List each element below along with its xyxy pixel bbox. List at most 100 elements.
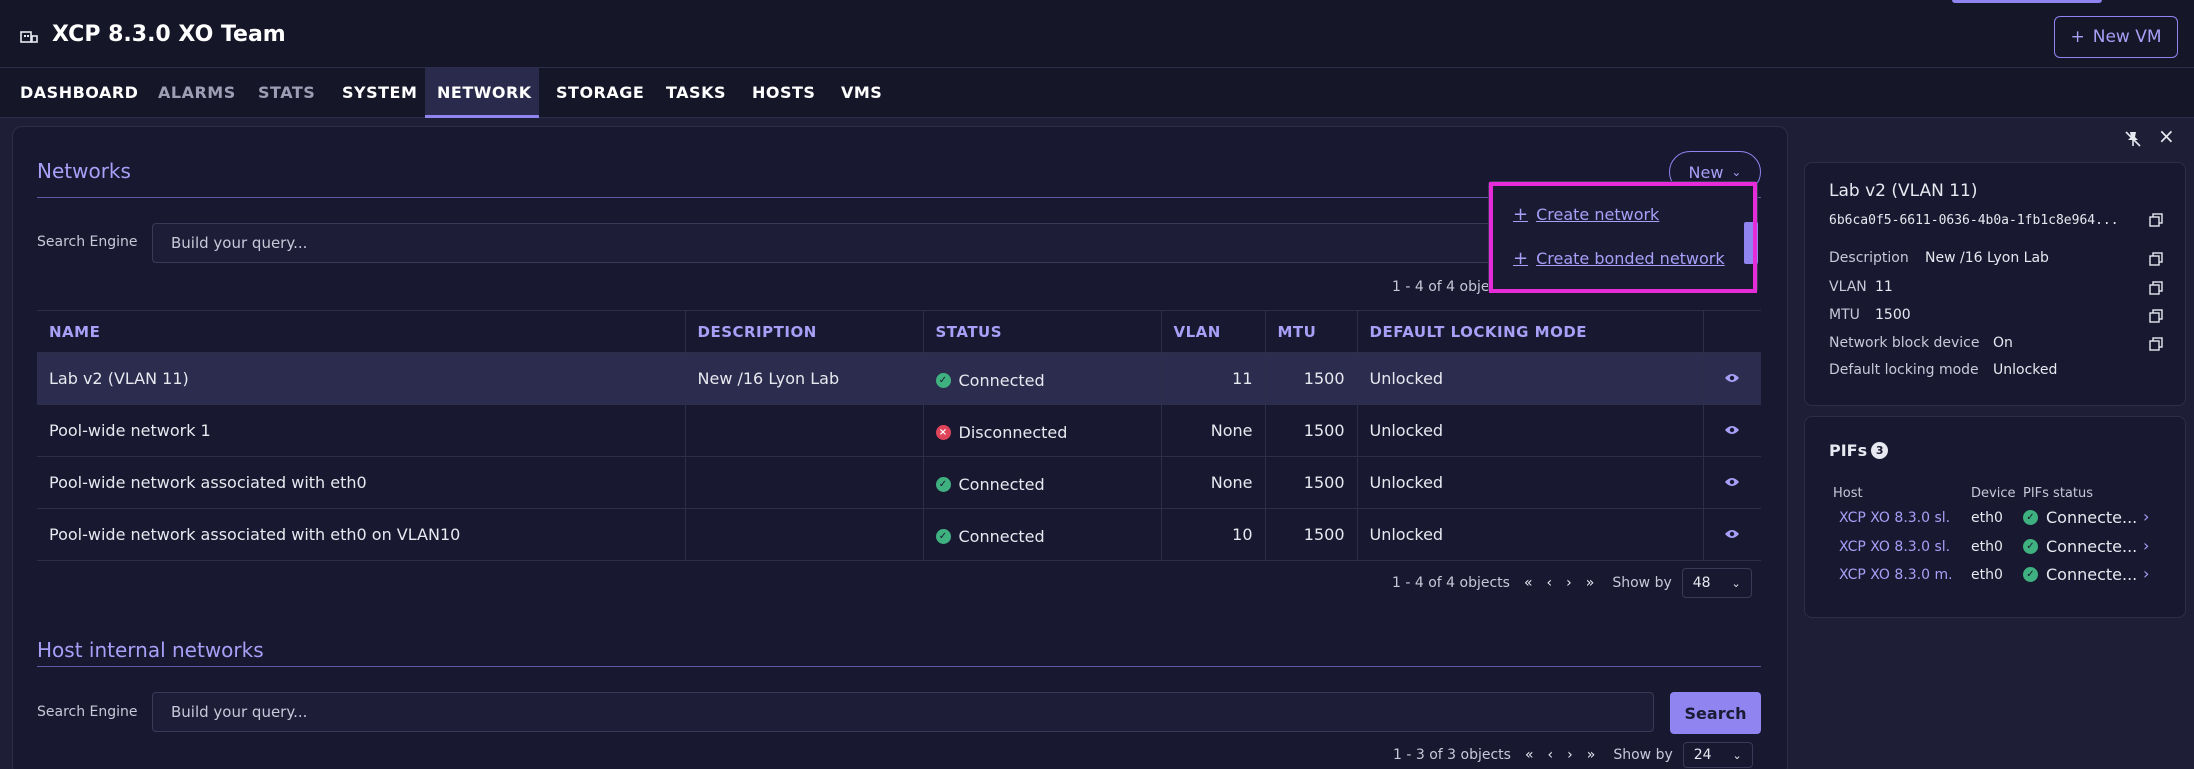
col-actions	[1703, 310, 1761, 353]
cell-action	[1703, 404, 1761, 457]
side-panel-header: ×	[1794, 120, 2194, 156]
search-engine-label: Search Engine	[37, 234, 138, 250]
pif-host-link[interactable]: XCP XO 8.3.0 m...	[1833, 567, 1951, 583]
show-by-value: 48	[1692, 575, 1711, 591]
first-page-icon[interactable]: «	[1524, 575, 1533, 591]
pager-count: 1 - 4 of 4 objects	[1392, 575, 1510, 591]
cell-status: ✓ Connected	[923, 508, 1162, 561]
copy-icon[interactable]	[2149, 213, 2163, 227]
new-vm-label: New VM	[2092, 27, 2162, 47]
show-by-label: Show by	[1613, 747, 1673, 763]
cell-locking: Unlocked	[1357, 508, 1704, 561]
last-page-icon[interactable]: »	[1587, 747, 1596, 763]
pif-device: eth0	[1971, 510, 2003, 526]
chevron-right-icon[interactable]: ›	[2143, 564, 2149, 583]
col-locking-mode[interactable]: DEFAULT LOCKING MODE	[1357, 310, 1704, 353]
cell-mtu: 1500	[1265, 456, 1358, 509]
col-description[interactable]: DESCRIPTION	[685, 310, 924, 353]
status-text: Connected	[958, 526, 1045, 546]
first-page-icon[interactable]: «	[1525, 747, 1534, 763]
tab-hosts[interactable]: HOSTS	[740, 68, 827, 118]
pool-icon	[20, 31, 38, 43]
eye-icon[interactable]	[1724, 424, 1740, 436]
table-header-row: NAME DESCRIPTION STATUS VLAN MTU DEFAULT…	[37, 310, 1761, 353]
network-search-input[interactable]: Build your query...	[152, 223, 1552, 263]
cell-description	[685, 404, 924, 457]
col-vlan[interactable]: VLAN	[1161, 310, 1266, 353]
prop-mtu-label: MTU	[1829, 307, 1860, 323]
pif-host-link[interactable]: XCP XO 8.3.0 sl...	[1833, 510, 1951, 526]
tab-tasks[interactable]: TASKS	[654, 68, 738, 118]
col-status[interactable]: STATUS	[923, 310, 1162, 353]
table-row[interactable]: Pool-wide network associated with eth0 o…	[37, 508, 1761, 561]
tab-storage[interactable]: STORAGE	[544, 68, 656, 118]
copy-icon[interactable]	[2149, 337, 2163, 351]
show-by-select[interactable]: 48 ⌄	[1681, 568, 1752, 598]
prop-nbd-label: Network block device	[1829, 335, 1980, 351]
pif-status: ✓ Connecte...	[2023, 537, 2137, 556]
prev-page-icon[interactable]: ‹	[1548, 747, 1554, 763]
pif-host-link[interactable]: XCP XO 8.3.0 sl...	[1833, 539, 1951, 555]
new-label: New	[1688, 162, 1724, 182]
plus-icon: +	[2070, 27, 2085, 47]
copy-icon[interactable]	[2149, 309, 2163, 323]
pif-col-device: Device	[1971, 486, 2016, 501]
show-by-select[interactable]: 24 ⌄	[1682, 742, 1753, 768]
close-icon[interactable]: ×	[2158, 124, 2175, 148]
copy-icon[interactable]	[2149, 281, 2163, 295]
table-row[interactable]: Lab v2 (VLAN 11) New /16 Lyon Lab ✓ Conne…	[37, 352, 1761, 405]
cell-action	[1703, 508, 1761, 561]
col-mtu[interactable]: MTU	[1265, 310, 1358, 353]
status-text: Disconnected	[958, 422, 1068, 442]
cell-name: Lab v2 (VLAN 11)	[37, 352, 686, 405]
top-accent-strip	[1952, 0, 2102, 3]
check-circle-icon: ✓	[935, 528, 951, 544]
search-button[interactable]: Search	[1670, 692, 1761, 734]
unpin-icon[interactable]	[2124, 130, 2142, 148]
host-internal-title: Host internal networks	[37, 638, 264, 662]
last-page-icon[interactable]: »	[1586, 575, 1595, 591]
cell-name: Pool-wide network associated with eth0	[37, 456, 686, 509]
cell-status: × Disconnected	[923, 404, 1162, 457]
pif-status-text: Connecte...	[2046, 565, 2138, 584]
pif-col-status: PIFs status	[2023, 486, 2094, 501]
pif-status-text: Connecte...	[2046, 508, 2138, 527]
cell-name: Pool-wide network associated with eth0 o…	[37, 508, 686, 561]
new-vm-button[interactable]: + New VM	[2054, 16, 2178, 58]
tab-alarms[interactable]: ALARMS	[146, 68, 248, 118]
check-circle-icon: ✓	[2023, 567, 2038, 582]
table-row[interactable]: Pool-wide network 1 × Disconnected None 1…	[37, 404, 1761, 457]
cell-description: New /16 Lyon Lab	[685, 352, 924, 405]
tab-vms[interactable]: VMS	[829, 68, 894, 118]
check-circle-icon: ✓	[935, 476, 951, 492]
prev-page-icon[interactable]: ‹	[1547, 575, 1553, 591]
chevron-down-icon: ⌄	[1731, 165, 1742, 179]
table-row[interactable]: Pool-wide network associated with eth0 ✓…	[37, 456, 1761, 509]
eye-icon[interactable]	[1724, 372, 1740, 384]
chevron-right-icon[interactable]: ›	[2143, 507, 2149, 526]
host-internal-search-input[interactable]: Build your query...	[152, 692, 1654, 732]
tab-system[interactable]: SYSTEM	[330, 68, 429, 118]
prop-description-value: New /16 Lyon Lab	[1925, 250, 2049, 266]
prop-description-label: Description	[1829, 250, 1909, 266]
next-page-icon[interactable]: ›	[1567, 747, 1573, 763]
eye-icon[interactable]	[1724, 528, 1740, 540]
col-name[interactable]: NAME	[37, 310, 686, 353]
tab-network[interactable]: NETWORK	[425, 68, 539, 118]
cell-mtu: 1500	[1265, 404, 1358, 457]
cell-description	[685, 456, 924, 509]
network-uuid: 6b6ca0f5-6611-0636-4b0a-1fb1c8e964...	[1829, 213, 2119, 228]
pifs-card: PIFs 3 Host Device PIFs status XCP XO 8.3…	[1804, 416, 2186, 618]
next-page-icon[interactable]: ›	[1566, 575, 1572, 591]
pager-count: 1 - 3 of 3 objects	[1393, 747, 1511, 763]
tab-dashboard[interactable]: DASHBOARD	[8, 68, 150, 118]
eye-icon[interactable]	[1724, 476, 1740, 488]
chevron-down-icon: ⌄	[1732, 748, 1742, 762]
cell-name: Pool-wide network 1	[37, 404, 686, 457]
chevron-right-icon[interactable]: ›	[2143, 536, 2149, 555]
networks-title: Networks	[37, 159, 131, 183]
tab-stats[interactable]: STATS	[246, 68, 327, 118]
prop-vlan-label: VLAN	[1829, 279, 1867, 295]
pif-host-name: XCP XO 8.3.0 sl...	[1839, 539, 1951, 555]
copy-icon[interactable]	[2149, 252, 2163, 266]
